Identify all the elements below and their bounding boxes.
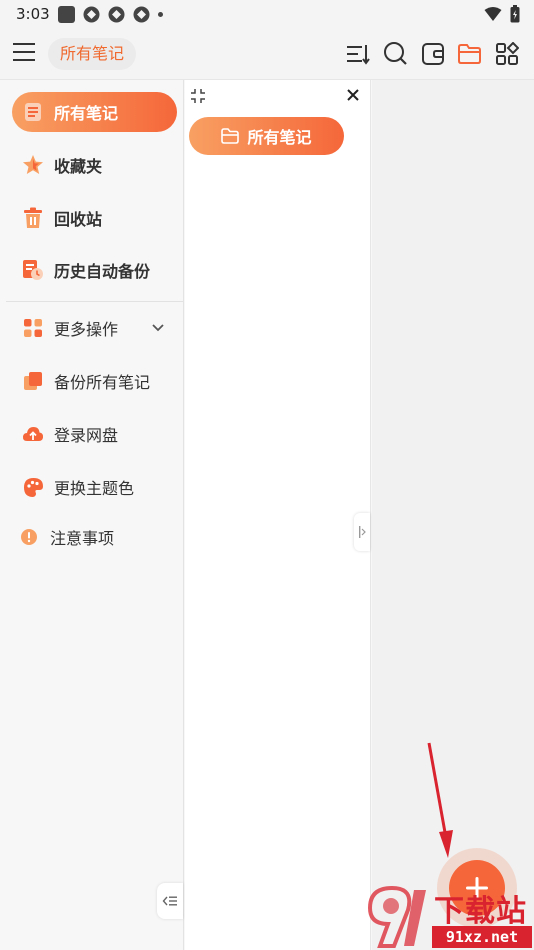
sidebar-item-label: 收藏夹 [54,157,103,176]
toolbar [345,40,520,67]
folder-icon [458,43,481,64]
sidebar-item-notice[interactable]: 注意事项 [8,517,173,557]
drag-handle-icon [359,526,366,538]
notification-sync-icon-2 [108,6,125,23]
shrink-icon[interactable] [190,88,206,104]
notes-icon [22,101,44,123]
chevron-down-icon[interactable] [151,323,165,333]
sidebar-item-label: 备份所有笔记 [54,373,151,392]
sort-icon [347,44,370,65]
trash-icon [22,207,44,229]
battery-icon [510,5,520,23]
folder-item-all-notes[interactable]: 所有笔记 [189,117,344,155]
close-icon[interactable] [346,88,360,102]
alert-icon [18,526,40,548]
watermark: 下载站 91xz.net [362,884,534,950]
wallet-button[interactable] [419,40,446,67]
sidebar-item-label: 登录网盘 [54,426,119,445]
status-bar: 3:03 [0,0,534,28]
sidebar-item-label: 所有笔记 [54,104,119,123]
sidebar-item-more-actions[interactable]: 更多操作 [12,308,177,348]
sidebar: 所有笔记 收藏夹 回收站 历史自动备份 更多操作 备份所有笔记 登录网盘 更换主… [0,80,184,950]
collapse-left-icon [162,896,177,906]
notification-app-icon [58,6,75,23]
sidebar-item-trash[interactable]: 回收站 [12,198,177,238]
notification-sync-icon [83,6,100,23]
search-button[interactable] [382,40,409,67]
grid-button[interactable] [493,40,520,67]
sidebar-item-favorites[interactable]: 收藏夹 [12,145,177,185]
folder-panel: 所有笔记 [185,80,371,950]
sidebar-item-label: 更多操作 [54,320,119,339]
search-icon [384,42,407,65]
watermark-url: 91xz.net [432,926,532,948]
star-icon [22,154,44,176]
wallet-icon [421,42,444,65]
sidebar-item-all-notes[interactable]: 所有笔记 [12,92,177,132]
status-time: 3:03 [16,5,50,23]
palette-icon [22,476,44,498]
notes-list-area[interactable] [372,80,534,950]
panel-resize-handle[interactable] [354,513,370,551]
history-backup-icon [22,259,44,281]
sidebar-item-label: 回收站 [54,210,103,229]
sidebar-divider [6,301,183,302]
sidebar-item-history-backup[interactable]: 历史自动备份 [12,250,177,290]
more-notifications-dot [158,12,163,17]
wifi-icon [484,7,502,21]
page-title[interactable]: 所有笔记 [48,38,137,70]
sidebar-item-label: 注意事项 [50,529,115,548]
sidebar-item-label: 更换主题色 [54,479,135,498]
cloud-upload-icon [22,423,44,445]
watermark-logo [367,885,426,948]
folder-button[interactable] [456,40,483,67]
sort-button[interactable] [345,40,372,67]
notification-sync-icon-3 [133,6,150,23]
more-actions-icon [22,317,44,339]
backup-icon [22,370,44,392]
sidebar-item-cloud-login[interactable]: 登录网盘 [12,414,177,454]
system-icons [484,5,520,23]
sidebar-item-label: 历史自动备份 [54,262,151,281]
sidebar-item-backup-all[interactable]: 备份所有笔记 [12,361,177,401]
folder-icon [221,128,240,144]
folder-item-label: 所有笔记 [247,128,312,147]
menu-icon[interactable] [12,40,36,64]
app-screen: 3:03 所有笔记 所有笔记 收藏夹 回收站 历史自动备份 更多操作 备份所有笔… [0,0,534,950]
app-bar: 所有笔记 [0,28,534,80]
collapse-sidebar-button[interactable] [157,883,183,919]
watermark-brand: 下载站 [434,894,527,929]
notification-icons [58,6,163,23]
grid-icon [495,41,519,65]
sidebar-item-theme-color[interactable]: 更换主题色 [12,467,177,507]
